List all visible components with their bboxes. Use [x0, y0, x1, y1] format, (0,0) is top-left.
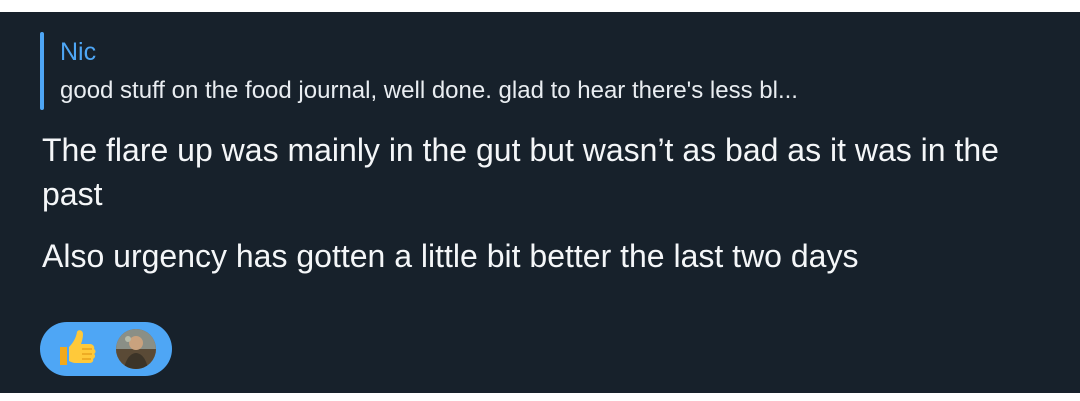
- thumbs-up-icon: [60, 330, 96, 365]
- reply-snippet: good stuff on the food journal, well don…: [60, 77, 798, 104]
- reply-quote[interactable]: Nic good stuff on the food journal, well…: [40, 32, 1060, 112]
- reply-accent-bar: [40, 32, 44, 110]
- message-bubble[interactable]: Nic good stuff on the food journal, well…: [0, 12, 1080, 393]
- avatar: [116, 329, 156, 369]
- message-text: The flare up was mainly in the gut but w…: [42, 128, 1062, 296]
- reply-author: Nic: [60, 38, 97, 66]
- message-paragraph: Also urgency has gotten a little bit bet…: [42, 238, 859, 274]
- reaction-pill[interactable]: [40, 322, 172, 376]
- message-paragraph: The flare up was mainly in the gut but w…: [42, 132, 999, 212]
